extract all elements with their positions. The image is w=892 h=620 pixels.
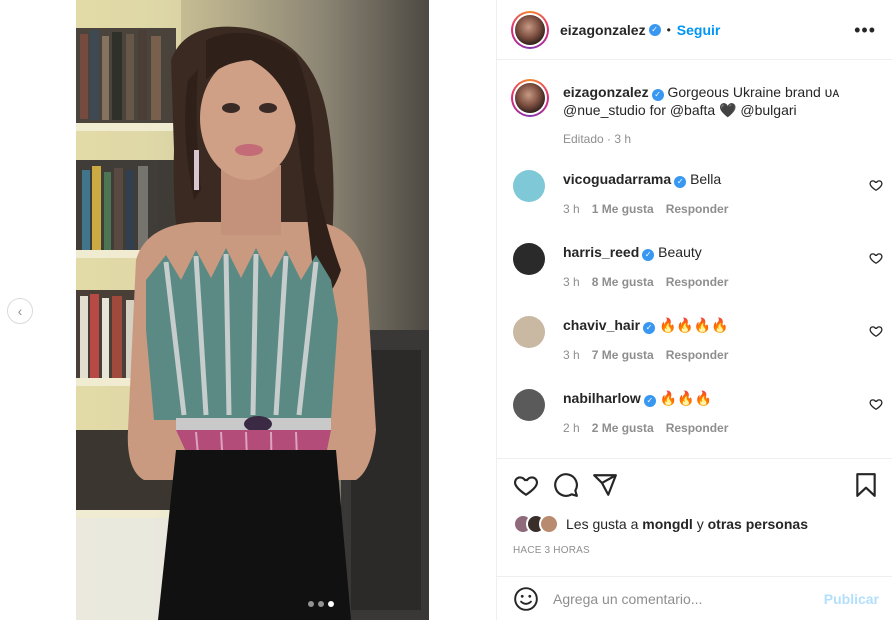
carousel-prev-button[interactable]: ‹ (7, 298, 33, 324)
comment-time: 3 h (563, 275, 580, 289)
media-area: ‹ (0, 0, 496, 620)
post-header: eizagonzalez ✓ • Seguir ••• (497, 0, 892, 60)
commenter-username[interactable]: nabilharlow (563, 390, 641, 406)
comment-text: 🔥🔥🔥 (659, 390, 712, 406)
dot-separator: • (666, 22, 671, 37)
follow-button[interactable]: Seguir (677, 22, 721, 38)
likes-middle: y (696, 516, 704, 532)
comment-text: Beauty (658, 244, 702, 260)
comment-input[interactable] (553, 590, 813, 607)
caption-edited-meta: Editado · 3 h (563, 132, 632, 146)
comment-row: vicoguadarrama ✓ Bella 3 h 1 Me gusta Res… (511, 168, 883, 228)
comment-likes[interactable]: 2 Me gusta (592, 421, 654, 435)
commenter-avatar[interactable] (513, 170, 545, 202)
carousel-dot-active[interactable] (328, 601, 334, 607)
comment-likes[interactable]: 8 Me gusta (592, 275, 654, 289)
comment-row: nabilharlow ✓ 🔥🔥🔥 2 h 2 Me gusta Responde… (511, 387, 883, 447)
photo-illustration (76, 0, 429, 620)
action-bar: Les gusta a mongdl y otras personas HACE… (497, 458, 892, 578)
verified-badge-icon: ✓ (651, 89, 664, 101)
comment-text: 🔥🔥🔥🔥 (658, 317, 729, 333)
verified-badge-icon: ✓ (674, 176, 687, 188)
commenter-avatar[interactable] (513, 316, 545, 348)
comment-likes[interactable]: 1 Me gusta (592, 202, 654, 216)
commenter-username[interactable]: chaviv_hair (563, 317, 640, 333)
author-avatar[interactable] (511, 10, 549, 49)
verified-badge-icon: ✓ (643, 322, 656, 334)
share-send-icon[interactable] (592, 472, 618, 498)
emoji-icon[interactable] (513, 586, 539, 612)
liker-avatar[interactable] (539, 514, 559, 534)
publish-button[interactable]: Publicar (824, 591, 879, 607)
post-timestamp: HACE 3 HORAS (513, 545, 590, 556)
comment-composer: Publicar (497, 576, 892, 620)
commenter-avatar[interactable] (513, 389, 545, 421)
reply-button[interactable]: Responder (666, 348, 729, 362)
comment-like-heart-icon[interactable] (869, 324, 883, 338)
post-panel: eizagonzalez ✓ • Seguir ••• eizagonzalez… (496, 0, 892, 620)
caption-author-avatar[interactable] (511, 79, 549, 117)
reply-button[interactable]: Responder (666, 421, 729, 435)
carousel-dot[interactable] (308, 601, 314, 607)
commenter-username[interactable]: vicoguadarrama (563, 171, 671, 187)
verified-badge-icon: ✓ (648, 23, 661, 36)
instagram-post-modal: ‹ eizagonzalez ✓ • Seguir ••• eizagonzal… (0, 0, 892, 620)
post-photo (76, 0, 429, 620)
reply-button[interactable]: Responder (666, 275, 729, 289)
like-heart-icon[interactable] (513, 472, 539, 498)
comment-bubble-icon[interactable] (553, 472, 579, 498)
save-bookmark-icon[interactable] (853, 472, 879, 498)
comment-likes[interactable]: 7 Me gusta (592, 348, 654, 362)
likes-summary: Les gusta a mongdl y otras personas (513, 514, 808, 534)
commenter-avatar[interactable] (513, 243, 545, 275)
comment-like-heart-icon[interactable] (869, 178, 883, 192)
comment-like-heart-icon[interactable] (869, 251, 883, 265)
post-caption: eizagonzalez ✓ Gorgeous Ukraine brand ᴜᴀ … (511, 79, 871, 146)
carousel-dot[interactable] (318, 601, 324, 607)
verified-badge-icon: ✓ (643, 395, 656, 407)
likes-prefix: Les gusta a (566, 516, 639, 532)
comment-time: 3 h (563, 202, 580, 216)
commenter-username[interactable]: harris_reed (563, 244, 639, 260)
more-options-icon[interactable]: ••• (854, 20, 876, 41)
carousel-dots (308, 601, 334, 607)
comment-time: 2 h (563, 421, 580, 435)
comment-text: Bella (690, 171, 722, 187)
author-username[interactable]: eizagonzalez (560, 22, 646, 38)
liker-avatars (513, 514, 559, 534)
verified-badge-icon: ✓ (642, 249, 655, 261)
reply-button[interactable]: Responder (666, 202, 729, 216)
chevron-left-icon: ‹ (17, 303, 23, 319)
likes-others-link[interactable]: otras personas (708, 516, 808, 532)
comment-time: 3 h (563, 348, 580, 362)
comment-row: harris_reed ✓ Beauty 3 h 8 Me gusta Respo… (511, 241, 883, 301)
caption-author-username[interactable]: eizagonzalez (563, 84, 649, 100)
likes-user[interactable]: mongdl (642, 516, 693, 532)
comment-row: chaviv_hair ✓ 🔥🔥🔥🔥 3 h 7 Me gusta Respond… (511, 314, 883, 374)
comment-like-heart-icon[interactable] (869, 397, 883, 411)
comments-list: eizagonzalez ✓ Gorgeous Ukraine brand ᴜᴀ … (497, 61, 892, 457)
